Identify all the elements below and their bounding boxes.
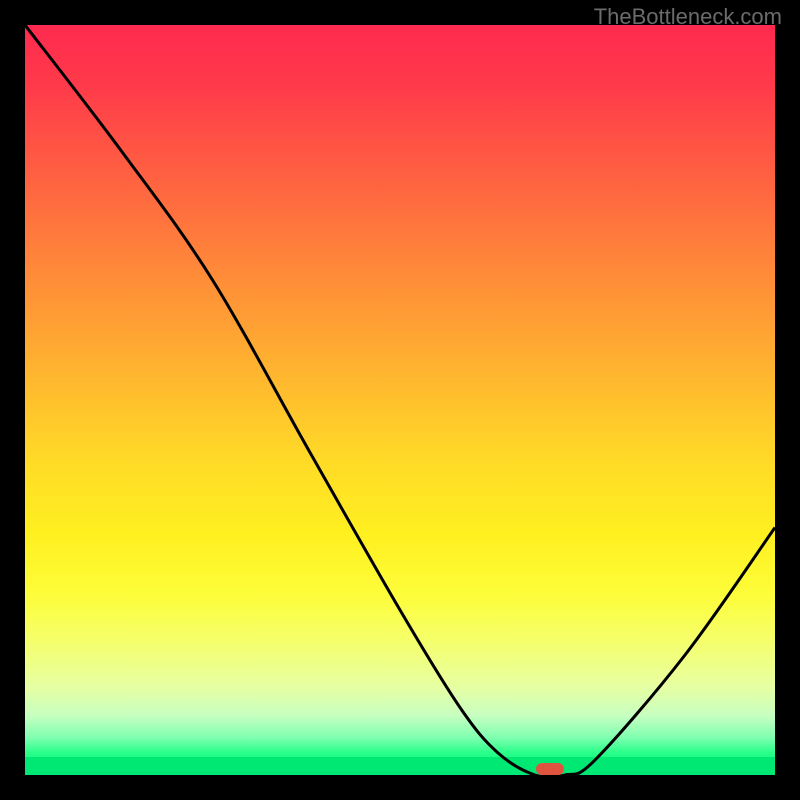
plot-area bbox=[25, 25, 775, 775]
curve-path bbox=[25, 25, 775, 775]
minimum-marker bbox=[536, 763, 564, 775]
watermark-text: TheBottleneck.com bbox=[594, 4, 782, 30]
bottleneck-curve bbox=[25, 25, 775, 775]
